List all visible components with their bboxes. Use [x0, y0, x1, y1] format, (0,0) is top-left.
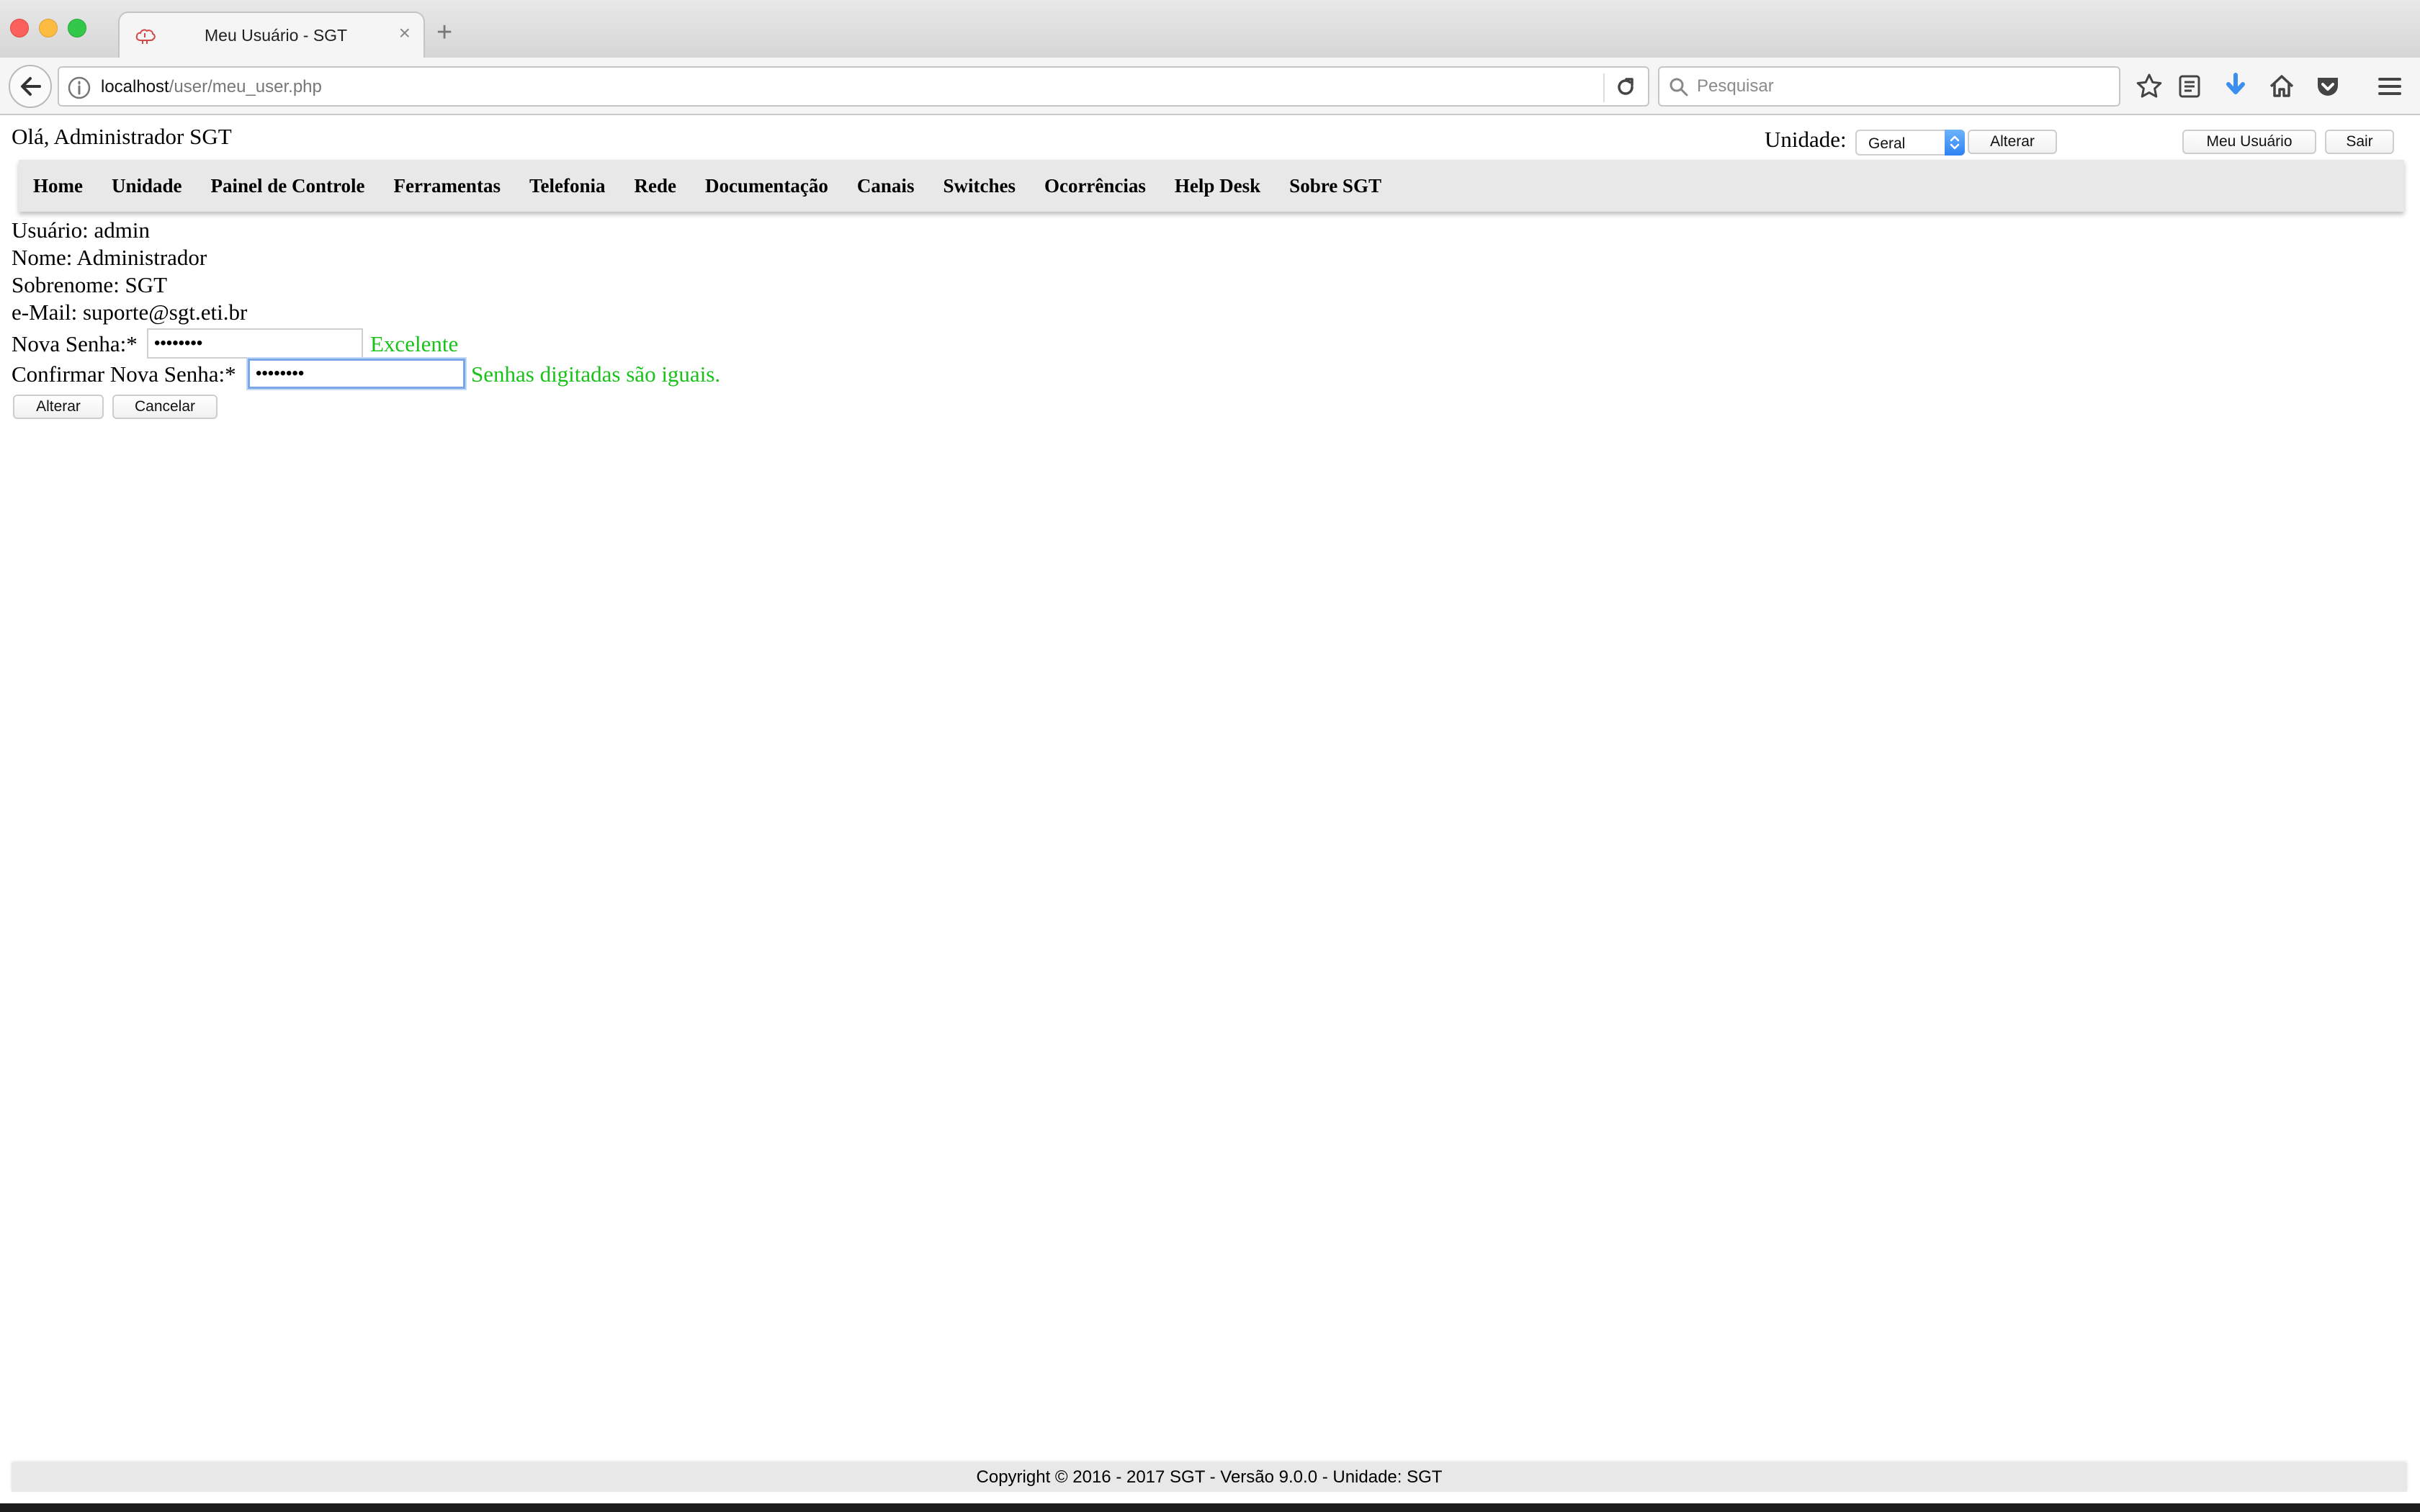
menu-item-ocorrencias[interactable]: Ocorrências	[1044, 175, 1146, 197]
search-bar[interactable]	[1658, 66, 2120, 107]
menu-item-sobre-sgt[interactable]: Sobre SGT	[1289, 175, 1381, 197]
menu-item-home[interactable]: Home	[33, 175, 83, 197]
main-menu: Home Unidade Painel de Controle Ferramen…	[19, 160, 2404, 212]
tab-title: Meu Usuário - SGT	[205, 26, 348, 45]
browser-navbar: localhost/user/meu_user.php	[0, 58, 2420, 115]
back-arrow-icon	[21, 77, 41, 96]
home-icon[interactable]	[2267, 72, 2296, 101]
download-arrow-icon[interactable]	[2221, 72, 2250, 101]
url-bar[interactable]: localhost/user/meu_user.php	[58, 66, 1649, 107]
new-password-input[interactable]	[147, 328, 363, 359]
unit-select[interactable]: Geral	[1855, 130, 1965, 156]
menu-item-help-desk[interactable]: Help Desk	[1175, 175, 1260, 197]
menu-item-switches[interactable]: Switches	[943, 175, 1016, 197]
my-user-button[interactable]: Meu Usuário	[2182, 130, 2316, 154]
url-path: /user/meu_user.php	[169, 77, 322, 96]
hamburger-menu-icon[interactable]	[2375, 72, 2404, 101]
menu-item-ferramentas[interactable]: Ferramentas	[394, 175, 501, 197]
browser-titlebar: Meu Usuário - SGT × +	[0, 0, 2420, 58]
select-arrows-icon	[1945, 130, 1965, 156]
url-host: localhost	[101, 77, 169, 96]
user-email-text: e-Mail: suporte@sgt.eti.br	[12, 300, 248, 325]
search-input[interactable]	[1695, 72, 2106, 101]
url-separator	[1603, 73, 1605, 102]
site-info-icon[interactable]	[66, 75, 92, 101]
close-window-button[interactable]	[10, 19, 29, 37]
menu-item-rede[interactable]: Rede	[634, 175, 676, 197]
user-name-text: Nome: Administrador	[12, 245, 207, 270]
password-match-text: Senhas digitadas são iguais.	[471, 361, 721, 387]
logout-button[interactable]: Sair	[2325, 130, 2394, 154]
confirm-password-input[interactable]	[248, 359, 465, 389]
search-icon	[1670, 78, 1688, 96]
menu-item-documentacao[interactable]: Documentação	[705, 175, 828, 197]
menu-item-painel-de-controle[interactable]: Painel de Controle	[211, 175, 365, 197]
reload-icon[interactable]	[1613, 75, 1638, 99]
user-login-text: Usuário: admin	[12, 217, 150, 243]
new-password-label: Nova Senha:*	[12, 331, 138, 356]
user-surname-text: Sobrenome: SGT	[12, 272, 168, 297]
unit-label: Unidade:	[1765, 127, 1847, 152]
unit-select-value: Geral	[1868, 135, 1906, 152]
page-footer: Copyright © 2016 - 2017 SGT - Versão 9.0…	[12, 1463, 2407, 1492]
cancel-button[interactable]: Cancelar	[112, 395, 218, 419]
tab-close-icon[interactable]: ×	[399, 23, 411, 43]
url-text[interactable]: localhost/user/meu_user.php	[101, 77, 322, 97]
new-tab-button[interactable]: +	[436, 19, 452, 46]
reading-list-icon[interactable]	[2175, 72, 2204, 101]
window-bottom-edge	[0, 1503, 2420, 1512]
minimize-window-button[interactable]	[39, 19, 58, 37]
password-strength-text: Excelente	[370, 331, 459, 356]
pocket-icon[interactable]	[2313, 72, 2342, 101]
greeting-text: Olá, Administrador SGT	[12, 124, 232, 149]
bookmark-star-icon[interactable]	[2135, 72, 2164, 101]
menu-item-telefonia[interactable]: Telefonia	[529, 175, 606, 197]
page-content: Olá, Administrador SGT Unidade: Geral Al…	[0, 117, 2420, 1512]
unit-change-button[interactable]: Alterar	[1968, 130, 2057, 154]
maximize-window-button[interactable]	[68, 19, 86, 37]
menu-item-canais[interactable]: Canais	[857, 175, 915, 197]
copyright-text: Copyright © 2016 - 2017 SGT - Versão 9.0…	[976, 1467, 1443, 1487]
browser-tab[interactable]: Meu Usuário - SGT ×	[118, 12, 425, 58]
brain-favicon-icon	[135, 29, 156, 44]
back-button[interactable]	[9, 65, 52, 108]
confirm-password-label: Confirmar Nova Senha:*	[12, 361, 236, 387]
menu-item-unidade[interactable]: Unidade	[112, 175, 182, 197]
change-password-button[interactable]: Alterar	[13, 395, 104, 419]
